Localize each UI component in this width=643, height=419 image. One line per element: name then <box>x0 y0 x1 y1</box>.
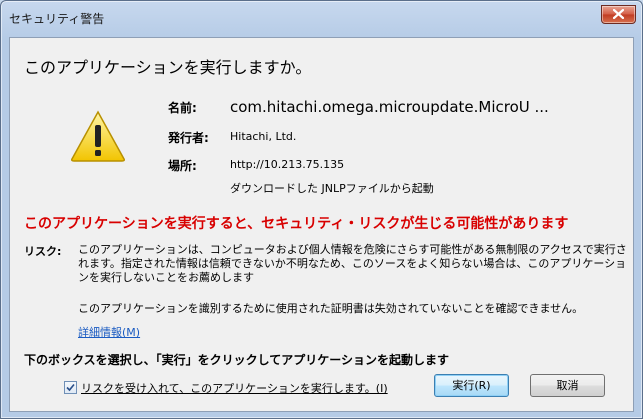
instruction-heading: 下のボックスを選択し、「実行」をクリックしてアプリケーションを起動します <box>24 353 450 367</box>
close-button[interactable] <box>601 5 636 24</box>
location-value: http://10.213.75.135 <box>230 158 345 171</box>
dialog-content: このアプリケーションを実行しますか。 名前: com.hitachi.omega… <box>9 37 634 412</box>
run-button[interactable]: 実行(R) <box>434 374 509 397</box>
publisher-label: 発行者: <box>168 131 209 145</box>
name-value: com.hitachi.omega.microupdate.MicroU ... <box>230 98 549 116</box>
window-title: セキュリティ警告 <box>9 12 105 26</box>
risk-description: このアプリケーションは、コンピュータおよび個人情報を危険にさらす可能性がある無制… <box>78 243 627 284</box>
title-bar[interactable]: セキュリティ警告 <box>1 1 642 37</box>
risk-label: リスク: <box>24 245 62 258</box>
checkmark-icon <box>66 383 75 392</box>
close-icon <box>613 9 624 19</box>
dialog-heading: このアプリケーションを実行しますか。 <box>24 58 312 77</box>
security-risk-warning: このアプリケーションを実行すると、セキュリティ・リスクが生じる可能性があります <box>24 216 569 232</box>
location-subtext: ダウンロードした JNLPファイルから起動 <box>230 182 434 195</box>
security-warning-window: セキュリティ警告 このアプリケーションを実行しますか。 名前: com.hita… <box>0 0 643 419</box>
cancel-button[interactable]: 取消 <box>530 374 605 397</box>
accept-risk-checkbox[interactable] <box>64 381 77 394</box>
accept-risk-label[interactable]: リスクを受け入れて、このアプリケーションを実行します。(I) <box>81 380 388 396</box>
publisher-value: Hitachi, Ltd. <box>230 130 297 143</box>
certificate-notice: このアプリケーションを識別するために使用された証明書は失効されていないことを確認… <box>78 302 584 315</box>
location-label: 場所: <box>168 159 197 173</box>
more-info-link[interactable]: 詳細情報(M) <box>78 324 140 340</box>
name-label: 名前: <box>168 101 197 115</box>
warning-triangle-icon <box>71 110 125 162</box>
